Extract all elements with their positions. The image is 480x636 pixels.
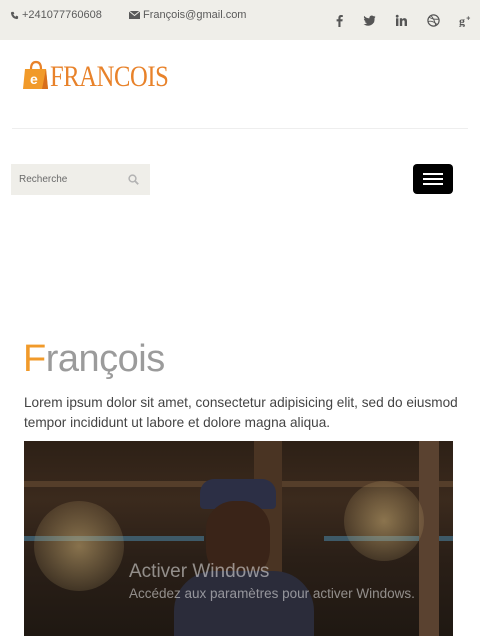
- linkedin-icon[interactable]: [392, 11, 410, 29]
- logo-wordmark: FRANCOIS: [50, 60, 169, 93]
- twitter-icon[interactable]: [360, 11, 378, 29]
- email-contact[interactable]: François@gmail.com: [129, 9, 246, 21]
- header-divider: [12, 128, 468, 129]
- search-input[interactable]: [11, 164, 123, 195]
- intro-paragraph: Lorem ipsum dolor sit amet, consectetur …: [24, 395, 458, 430]
- dribbble-icon[interactable]: [424, 11, 442, 29]
- phone-icon: [10, 11, 19, 19]
- hero-image: [24, 441, 453, 636]
- search-icon[interactable]: [128, 174, 139, 185]
- page-title: François: [23, 338, 165, 381]
- google-plus-icon[interactable]: g +: [456, 11, 474, 29]
- svg-text:g: g: [459, 14, 465, 27]
- facebook-icon[interactable]: [330, 11, 348, 29]
- hamburger-icon: [423, 173, 443, 175]
- svg-text:+: +: [466, 15, 470, 22]
- phone-contact[interactable]: +241077760608: [10, 9, 102, 21]
- brand-logo[interactable]: e FRANCOIS: [22, 56, 169, 96]
- logo-badge: e: [30, 71, 38, 87]
- title-rest: rançois: [45, 338, 166, 380]
- menu-toggle-button[interactable]: [413, 164, 453, 194]
- email-address: François@gmail.com: [143, 9, 247, 21]
- top-contact-bar: +241077760608 François@gmail.com g +: [0, 0, 480, 40]
- search-box: [11, 164, 150, 195]
- windows-watermark-subtitle: Accédez aux paramètres pour activer Wind…: [129, 586, 415, 601]
- envelope-icon: [129, 11, 140, 19]
- title-first-letter: F: [23, 338, 46, 380]
- shopping-bag-icon: e: [23, 60, 48, 89]
- phone-number: +241077760608: [22, 9, 102, 21]
- windows-watermark-title: Activer Windows: [129, 561, 270, 582]
